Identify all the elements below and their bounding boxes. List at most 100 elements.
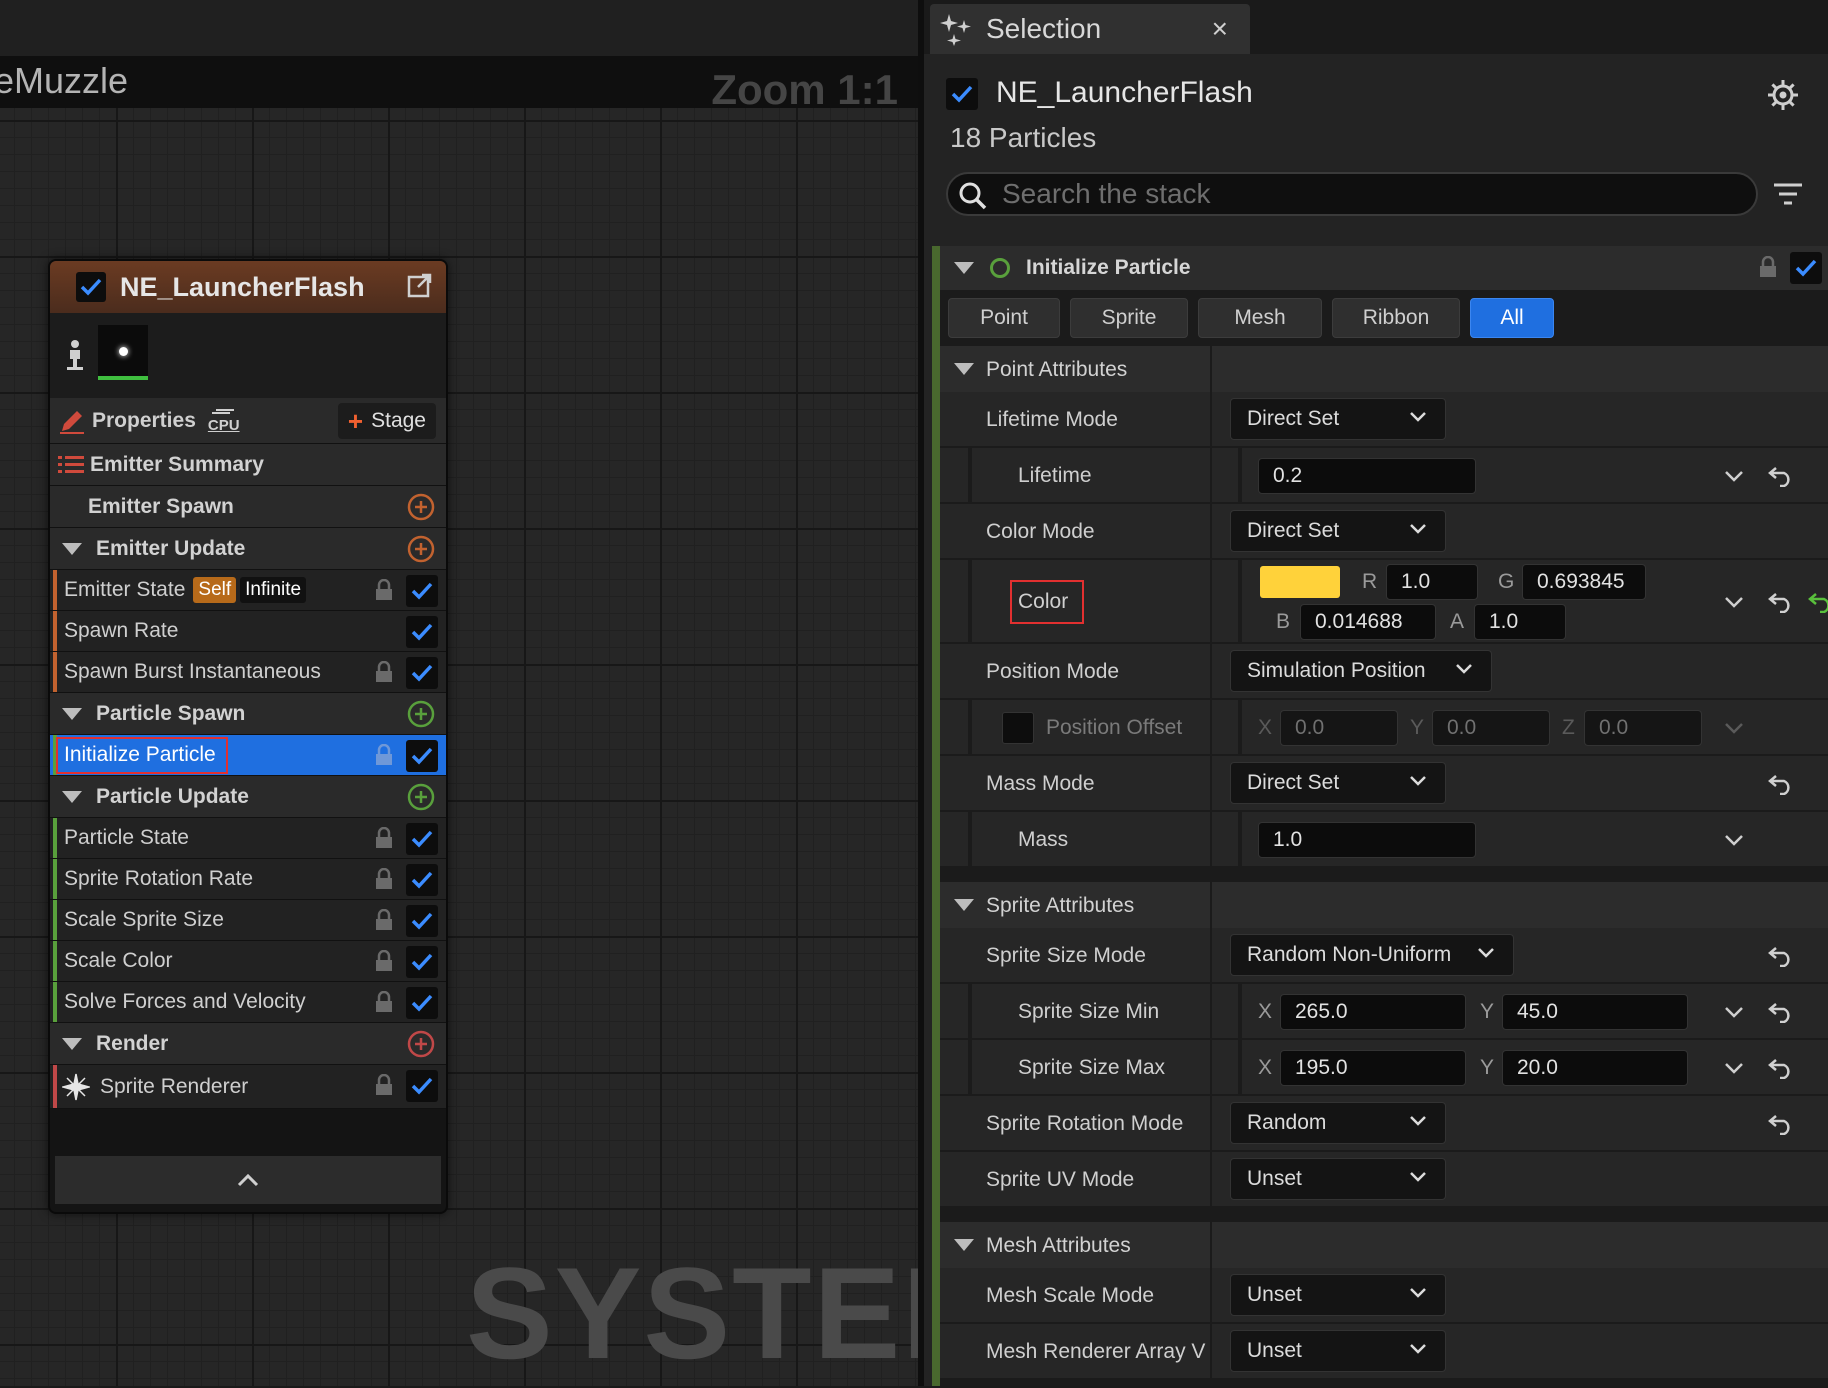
module-enabled-checkbox[interactable] xyxy=(406,864,438,896)
module-row-initialize-particle[interactable]: Initialize Particle xyxy=(50,735,446,776)
module-row-sprite-renderer[interactable]: Sprite Renderer xyxy=(50,1065,446,1109)
module-enabled-checkbox[interactable] xyxy=(406,740,438,772)
add-renderer-icon[interactable] xyxy=(406,1029,436,1059)
module-row-sprite-rotation-rate[interactable]: Sprite Rotation Rate xyxy=(50,859,446,900)
selection-enabled-checkbox[interactable] xyxy=(946,78,978,110)
position-mode-dropdown[interactable]: Simulation Position xyxy=(1230,650,1492,692)
sprite-rotation-mode-dropdown[interactable]: Random xyxy=(1230,1102,1446,1144)
emitter-update-row[interactable]: Emitter Update xyxy=(50,528,446,570)
lifetime-mode-dropdown[interactable]: Direct Set xyxy=(1230,398,1446,440)
search-input[interactable] xyxy=(1000,176,1740,212)
module-enabled-checkbox[interactable] xyxy=(406,823,438,855)
module-enabled-checkbox[interactable] xyxy=(406,946,438,978)
module-enabled-checkbox[interactable] xyxy=(406,1070,438,1102)
reset-arrow-icon[interactable] xyxy=(1768,465,1794,487)
mass-input[interactable]: 1.0 xyxy=(1258,822,1476,858)
properties-row[interactable]: Properties CPU + Stage xyxy=(50,398,446,444)
position-offset-x-input[interactable]: 0.0 xyxy=(1280,710,1398,746)
color-r-input[interactable]: 1.0 xyxy=(1386,564,1478,600)
point-attributes-section[interactable]: Point Attributes xyxy=(940,346,1828,392)
filter-sprite-button[interactable]: Sprite xyxy=(1070,298,1188,338)
module-enabled-checkbox[interactable] xyxy=(1790,252,1822,284)
chevron-down-icon[interactable] xyxy=(1724,1006,1744,1019)
module-enabled-checkbox[interactable] xyxy=(406,905,438,937)
collapse-arrow-icon[interactable] xyxy=(954,262,974,274)
mesh-scale-mode-dropdown[interactable]: Unset xyxy=(1230,1274,1446,1316)
module-enabled-checkbox[interactable] xyxy=(406,657,438,689)
close-icon[interactable]: × xyxy=(1212,13,1228,45)
emitter-node[interactable]: NE_LauncherFlash Properties CPU +Stage xyxy=(48,259,448,1214)
particle-spawn-row[interactable]: Particle Spawn xyxy=(50,693,446,735)
add-module-icon[interactable] xyxy=(406,782,436,812)
reset-arrow-icon[interactable] xyxy=(1768,1001,1794,1023)
search-box[interactable] xyxy=(946,172,1758,216)
emitter-thumbnail[interactable] xyxy=(98,325,148,380)
position-offset-y-input[interactable]: 0.0 xyxy=(1432,710,1550,746)
module-row-particle-state[interactable]: Particle State xyxy=(50,818,446,859)
module-row-spawn-burst[interactable]: Spawn Burst Instantaneous xyxy=(50,652,446,693)
render-row[interactable]: Render xyxy=(50,1023,446,1065)
position-offset-checkbox[interactable] xyxy=(1002,712,1034,744)
filter-ribbon-button[interactable]: Ribbon xyxy=(1332,298,1460,338)
mass-mode-dropdown[interactable]: Direct Set xyxy=(1230,762,1446,804)
collapse-arrow-icon[interactable] xyxy=(62,1037,82,1050)
filter-icon[interactable] xyxy=(1772,180,1804,210)
module-enabled-checkbox[interactable] xyxy=(406,987,438,1019)
collapse-arrow-icon[interactable] xyxy=(954,363,974,375)
color-b-input[interactable]: 0.014688 xyxy=(1300,604,1436,640)
module-row-spawn-rate[interactable]: Spawn Rate xyxy=(50,611,446,652)
collapse-arrow-icon[interactable] xyxy=(954,899,974,911)
add-module-icon[interactable] xyxy=(406,492,436,522)
collapse-arrow-icon[interactable] xyxy=(954,1239,974,1251)
module-enabled-checkbox[interactable] xyxy=(406,616,438,648)
sprite-uv-mode-dropdown[interactable]: Unset xyxy=(1230,1158,1446,1200)
collapse-arrow-icon[interactable] xyxy=(62,790,82,803)
emitter-spawn-row[interactable]: Emitter Spawn xyxy=(50,486,446,528)
gear-icon[interactable] xyxy=(1766,78,1800,112)
add-module-icon[interactable] xyxy=(406,534,436,564)
filter-mesh-button[interactable]: Mesh xyxy=(1198,298,1322,338)
sprite-size-min-y-input[interactable]: 45.0 xyxy=(1502,994,1688,1030)
color-g-input[interactable]: 0.693845 xyxy=(1522,564,1646,600)
tab-selection[interactable]: Selection × xyxy=(930,4,1250,54)
filter-all-button[interactable]: All xyxy=(1470,298,1554,338)
sprite-attributes-section[interactable]: Sprite Attributes xyxy=(940,882,1828,928)
lifetime-input[interactable]: 0.2 xyxy=(1258,458,1476,494)
emitter-summary-row[interactable]: Emitter Summary xyxy=(50,444,446,486)
reset-arrow-icon[interactable] xyxy=(1768,773,1794,795)
sprite-size-mode-dropdown[interactable]: Random Non-Uniform xyxy=(1230,934,1514,976)
graph-canvas[interactable]: eMuzzle Zoom 1:1 SYSTEM NE_LauncherFlash… xyxy=(0,0,1011,1386)
sprite-size-max-x-input[interactable]: 195.0 xyxy=(1280,1050,1466,1086)
mesh-renderer-array-dropdown[interactable]: Unset xyxy=(1230,1330,1446,1372)
add-module-icon[interactable] xyxy=(406,699,436,729)
chevron-down-icon[interactable] xyxy=(1724,834,1744,847)
reset-arrow-icon[interactable] xyxy=(1768,591,1794,613)
emitter-enabled-checkbox[interactable] xyxy=(76,272,106,302)
chevron-down-icon[interactable] xyxy=(1724,596,1744,609)
mesh-attributes-section[interactable]: Mesh Attributes xyxy=(940,1222,1828,1268)
node-header[interactable]: NE_LauncherFlash xyxy=(50,261,446,313)
sprite-size-min-x-input[interactable]: 265.0 xyxy=(1280,994,1466,1030)
position-offset-z-input[interactable]: 0.0 xyxy=(1584,710,1702,746)
color-mode-dropdown[interactable]: Direct Set xyxy=(1230,510,1446,552)
chevron-down-icon[interactable] xyxy=(1724,1062,1744,1075)
initialize-particle-header[interactable]: Initialize Particle xyxy=(940,246,1828,290)
chevron-down-icon[interactable] xyxy=(1724,470,1744,483)
reset-arrow-icon[interactable] xyxy=(1768,1113,1794,1135)
filter-point-button[interactable]: Point xyxy=(948,298,1060,338)
chevron-down-icon[interactable] xyxy=(1724,722,1744,735)
particle-update-row[interactable]: Particle Update xyxy=(50,776,446,818)
module-row-scale-color[interactable]: Scale Color xyxy=(50,941,446,982)
collapse-node-button[interactable] xyxy=(55,1156,441,1204)
open-external-icon[interactable] xyxy=(406,271,434,299)
reset-to-default-green-icon[interactable] xyxy=(1808,591,1828,613)
module-row-solve-forces[interactable]: Solve Forces and Velocity xyxy=(50,982,446,1023)
module-row-scale-sprite-size[interactable]: Scale Sprite Size xyxy=(50,900,446,941)
collapse-arrow-icon[interactable] xyxy=(62,542,82,555)
color-a-input[interactable]: 1.0 xyxy=(1474,604,1566,640)
reset-arrow-icon[interactable] xyxy=(1768,945,1794,967)
module-enabled-checkbox[interactable] xyxy=(406,575,438,607)
module-row-emitter-state[interactable]: Emitter State Self Infinite xyxy=(50,570,446,611)
reset-arrow-icon[interactable] xyxy=(1768,1057,1794,1079)
add-stage-button[interactable]: + Stage xyxy=(337,403,436,439)
